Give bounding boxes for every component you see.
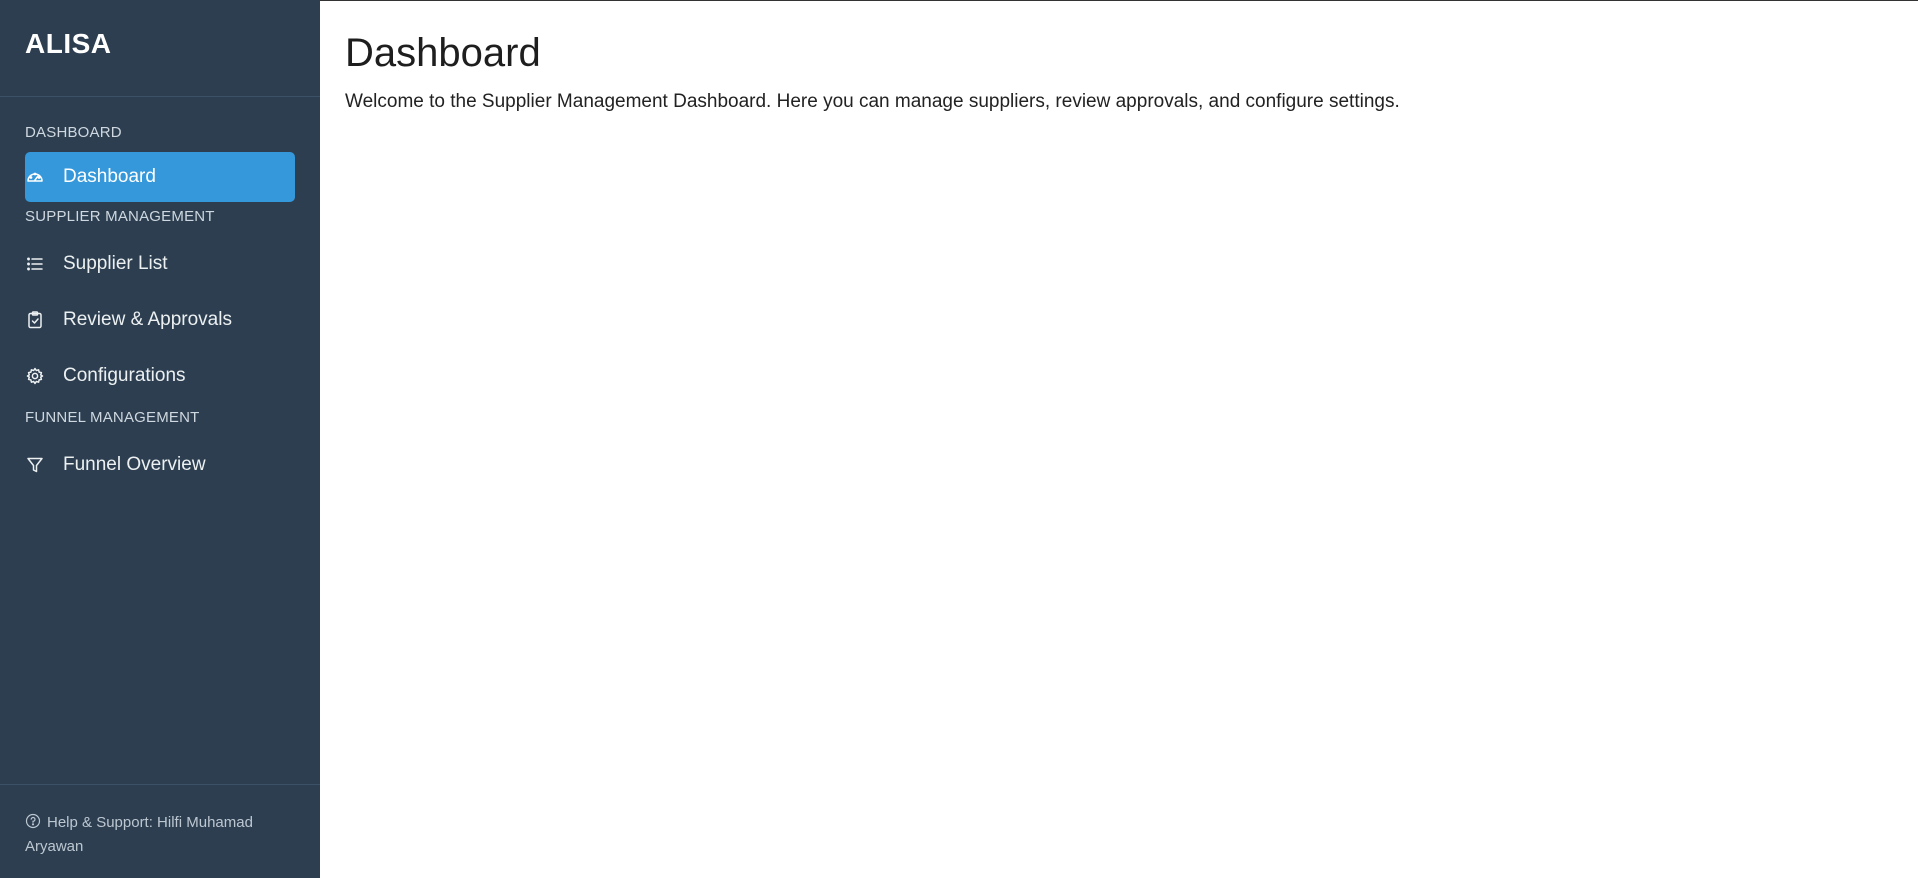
gear-icon	[25, 366, 45, 386]
sidebar-item-dashboard[interactable]: Dashboard	[25, 152, 295, 202]
section-label-dashboard: DASHBOARD	[25, 124, 122, 141]
help-support-text[interactable]: Help & Support: Hilfi Muhamad Aryawan	[25, 814, 253, 855]
list-icon	[25, 254, 45, 274]
sidebar-item-supplier-list[interactable]: Supplier List	[25, 236, 295, 292]
sidebar-item-label: Funnel Overview	[63, 454, 206, 475]
question-circle-icon	[25, 813, 41, 829]
brand-logo-text[interactable]: ALISA	[25, 28, 295, 60]
sidebar-item-label: Review & Approvals	[63, 309, 232, 330]
sidebar-item-review-approvals[interactable]: Review & Approvals	[25, 292, 295, 348]
sidebar-item-label: Supplier List	[63, 253, 168, 274]
clipboard-check-icon	[25, 310, 45, 330]
sidebar-nav: DASHBOARD Dashboard SUPPLIER MANAGEMENT …	[0, 124, 320, 493]
sidebar: ALISA DASHBOARD Dashboard SUPPLIER MANAG…	[0, 0, 320, 878]
gauge-icon	[25, 167, 45, 187]
section-label-supplier-management: SUPPLIER MANAGEMENT	[25, 208, 215, 225]
section-items-funnel-management: Funnel Overview	[25, 437, 295, 493]
section-items-dashboard: Dashboard	[25, 152, 295, 202]
app-shell: ALISA DASHBOARD Dashboard SUPPLIER MANAG…	[0, 0, 1918, 878]
funnel-icon	[25, 455, 45, 475]
sidebar-item-configurations[interactable]: Configurations	[25, 348, 295, 404]
main-content: Dashboard Welcome to the Supplier Manage…	[320, 0, 1918, 878]
sidebar-footer: Help & Support: Hilfi Muhamad Aryawan	[0, 784, 320, 878]
section-items-supplier-management: Supplier List Review & Approvals Configu…	[25, 236, 295, 404]
sidebar-item-label: Configurations	[63, 365, 186, 386]
sidebar-item-label: Dashboard	[63, 166, 156, 187]
sidebar-item-funnel-overview[interactable]: Funnel Overview	[25, 437, 295, 493]
brand-header: ALISA	[0, 0, 320, 97]
page-title: Dashboard	[345, 31, 541, 75]
section-label-funnel-management: FUNNEL MANAGEMENT	[25, 409, 200, 426]
page-description: Welcome to the Supplier Management Dashb…	[345, 91, 1400, 112]
